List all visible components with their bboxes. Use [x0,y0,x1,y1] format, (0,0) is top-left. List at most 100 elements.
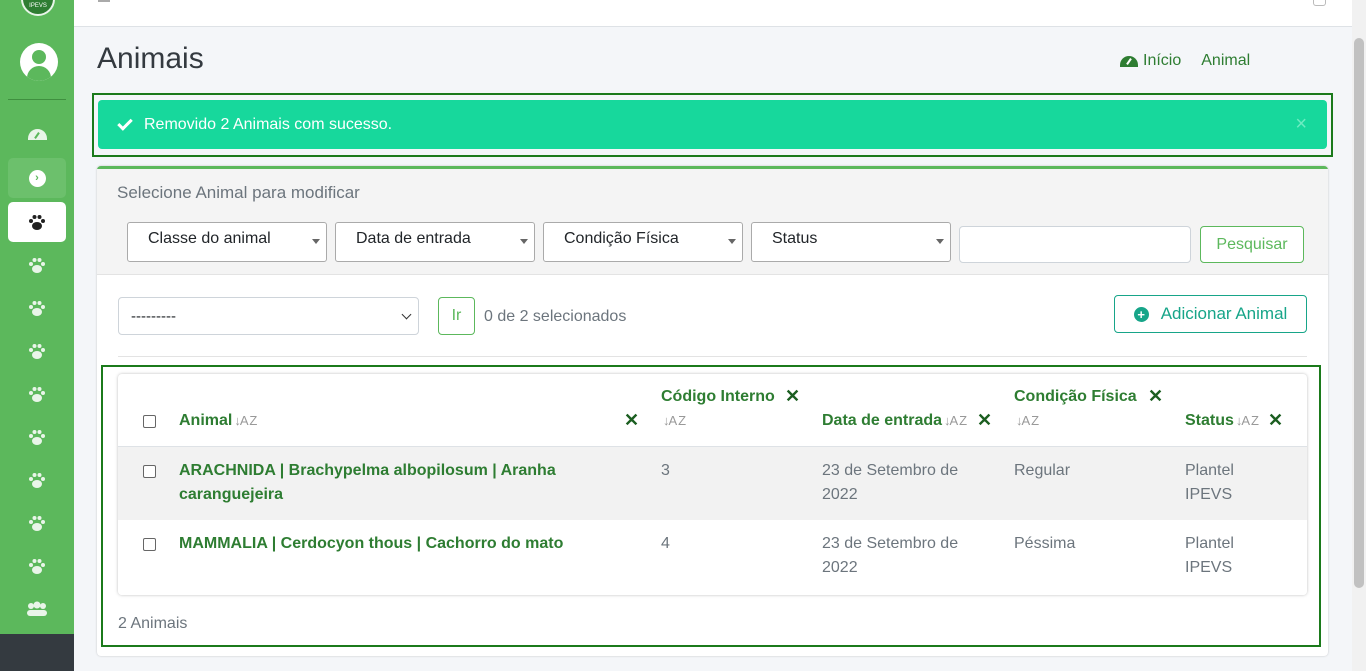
remove-sort-condicao-icon[interactable]: ✕ [1148,386,1163,407]
animal-link[interactable]: MAMMALIA | Cerdocyon thous | Cachorro do… [179,532,599,556]
remove-sort-animal-icon[interactable]: ✕ [624,410,639,431]
sidebar-item-dashboard[interactable] [8,114,66,154]
paw-icon [29,515,45,531]
avatar-body [27,66,51,81]
data-line1: 23 de Setembro de [822,535,959,552]
caret-down-icon [936,239,944,244]
search-button[interactable]: Pesquisar [1200,226,1304,263]
card-divider [118,356,1307,357]
sort-icon: ↓A Z [1235,413,1259,428]
data-line2: 2022 [822,486,858,503]
close-icon[interactable]: × [1295,114,1307,134]
paw-icon [29,214,45,230]
user-avatar[interactable] [20,43,58,81]
sort-icon: ↓A Z [234,413,257,428]
scrollbar-thumb[interactable] [1354,38,1364,588]
sidebar-item-paw-6[interactable] [8,460,66,500]
data-line2: 2022 [822,559,858,576]
column-header-animal[interactable]: Animal ↓A Z [179,409,257,433]
column-status-label: Status [1185,412,1234,429]
column-header-status[interactable]: Status ↓A Z [1185,409,1259,433]
breadcrumb: Início Animal [1120,52,1250,70]
sidebar-footer [0,634,74,671]
status-line1: Plantel [1185,535,1234,552]
status-line2: IPEVS [1185,486,1233,503]
sidebar-item-animais[interactable] [8,202,66,242]
sidebar: IPEVS › [0,0,74,671]
gauge-icon [27,128,47,140]
chevron-down-icon [401,309,412,320]
animal-link[interactable]: ARACHNIDA | Brachypelma albopilosum | Ar… [179,459,599,483]
remove-sort-data-icon[interactable]: ✕ [977,410,992,431]
sort-icon: ↓A Z [663,413,686,428]
breadcrumb-home-label: Início [1143,52,1182,69]
column-codigo-sort[interactable]: ↓A Z [661,409,686,433]
data-entrada-cell: 23 de Setembro de 2022 [822,459,958,507]
column-codigo-label: Código Interno [661,388,775,405]
row-checkbox[interactable] [143,465,156,478]
sidebar-item-paw-2[interactable] [8,288,66,328]
filter-data-entrada[interactable]: Data de entrada [335,222,535,262]
sidebar-item-users[interactable] [8,589,66,629]
caret-down-icon [520,239,528,244]
condicao-cell: Regular [1014,462,1071,479]
breadcrumb-home[interactable]: Início [1120,52,1181,70]
column-condicao-sort[interactable]: ↓A Z [1014,409,1039,433]
add-animal-label: Adicionar Animal [1160,304,1288,323]
user-menu-icon[interactable] [1313,0,1326,6]
card-title: Selecione Animal para modificar [117,183,360,202]
hamburger-icon[interactable] [98,0,110,2]
animal-cell: ARACHNIDA | Brachypelma albopilosum | Ar… [179,459,599,507]
users-cog-icon [27,601,47,616]
sidebar-item-paw-1[interactable] [8,245,66,285]
paw-icon [29,429,45,445]
column-header-data-entrada[interactable]: Data de entrada ↓A Z [822,409,967,433]
app-logo[interactable]: IPEVS [21,0,55,16]
sidebar-item-expand[interactable]: › [8,158,66,198]
card-header: Selecione Animal para modificar Classe d… [97,169,1328,275]
filter-classe[interactable]: Classe do animal [127,222,327,262]
codigo-cell: 4 [661,535,670,552]
column-animal-label: Animal [179,412,233,429]
changelist-card: Selecione Animal para modificar Classe d… [97,166,1328,656]
column-header-condicao[interactable]: Condição Física [1014,385,1137,409]
sort-icon: ↓A Z [944,413,967,428]
filter-status[interactable]: Status [751,222,951,262]
codigo-cell: 3 [661,462,670,479]
filter-status-label: Status [772,230,818,247]
animal-cell: MAMMALIA | Cerdocyon thous | Cachorro do… [179,532,599,556]
data-line1: 23 de Setembro de [822,462,959,479]
column-data-label: Data de entrada [822,412,943,429]
page-scrollbar[interactable] [1352,0,1366,671]
paw-icon [29,257,45,273]
action-select-value: --------- [131,308,176,325]
status-line1: Plantel [1185,462,1234,479]
column-header-codigo[interactable]: Código Interno [661,385,775,409]
row-checkbox[interactable] [143,538,156,551]
search-input[interactable] [959,226,1191,263]
paw-icon [29,386,45,402]
gauge-icon [1120,55,1138,67]
sidebar-item-paw-5[interactable] [8,417,66,457]
results-table: Animal ↓A Z ✕ Código Interno ✕ ↓A Z Data … [118,374,1307,595]
sidebar-item-paw-8[interactable] [8,546,66,586]
page-title: Animais [97,42,204,75]
status-cell: Plantel IPEVS [1185,532,1234,580]
sort-icon: ↓A Z [1016,413,1039,428]
select-all-checkbox[interactable] [143,415,156,428]
go-button[interactable]: Ir [438,297,475,335]
action-select[interactable]: --------- [118,297,419,335]
add-animal-button[interactable]: + Adicionar Animal [1114,295,1307,333]
caret-down-icon [728,239,736,244]
data-entrada-cell: 23 de Setembro de 2022 [822,532,958,580]
avatar-head [32,50,46,64]
animal-link-cont[interactable]: caranguejeira [179,483,599,507]
remove-sort-status-icon[interactable]: ✕ [1268,410,1283,431]
filter-condicao[interactable]: Condição Física [543,222,743,262]
sidebar-item-paw-4[interactable] [8,374,66,414]
sidebar-item-paw-3[interactable] [8,331,66,371]
remove-sort-codigo-icon[interactable]: ✕ [785,386,800,407]
condicao-cell: Péssima [1014,535,1076,552]
sidebar-item-paw-7[interactable] [8,503,66,543]
paw-icon [29,343,45,359]
